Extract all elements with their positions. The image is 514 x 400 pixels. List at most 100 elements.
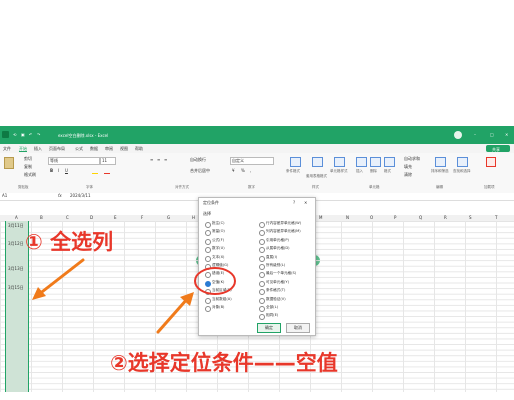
insert-cells-icon[interactable] xyxy=(356,157,367,167)
column-header-n[interactable]: N xyxy=(346,216,349,220)
column-header-f[interactable]: F xyxy=(141,216,143,220)
column-header-t[interactable]: T xyxy=(495,216,497,220)
radio-icon[interactable] xyxy=(205,297,211,304)
cell-date-4[interactable]: 3月15日 xyxy=(8,285,24,291)
comma-icon[interactable]: , xyxy=(250,169,251,173)
ok-button[interactable]: 确定 xyxy=(257,323,281,333)
maximize-icon[interactable]: □ xyxy=(490,132,494,137)
radio-icon[interactable] xyxy=(205,230,211,237)
radio-icon[interactable] xyxy=(205,238,211,245)
menu-page-layout[interactable]: 页面布局 xyxy=(49,147,65,151)
bold-icon[interactable]: B xyxy=(50,169,53,173)
autosum-button[interactable]: 自动求和 xyxy=(404,157,420,161)
share-button[interactable]: 共享 xyxy=(486,145,510,152)
font-size-select[interactable]: 11 xyxy=(100,157,116,165)
autosave-icon[interactable]: ⟲ xyxy=(13,132,16,137)
align-bottom-icon[interactable]: ≡ xyxy=(164,158,167,162)
number-format-select[interactable]: 自定义 xyxy=(230,157,274,165)
radio-icon[interactable] xyxy=(259,255,265,262)
align-top-icon[interactable]: ≡ xyxy=(150,158,153,162)
column-header-e[interactable]: E xyxy=(114,216,117,220)
delete-cells-icon[interactable] xyxy=(370,157,381,167)
column-header-b[interactable]: B xyxy=(40,216,43,220)
cell-date-3[interactable]: 3月13日 xyxy=(8,266,24,272)
percent-icon[interactable]: % xyxy=(241,169,245,173)
menu-help[interactable]: 帮助 xyxy=(135,147,143,151)
column-header-q[interactable]: Q xyxy=(419,216,422,220)
menu-home[interactable]: 开始 xyxy=(19,147,27,151)
column-header-g[interactable]: G xyxy=(167,216,170,220)
formula-input[interactable]: 2024/3/11 xyxy=(70,194,91,198)
fx-icon[interactable]: fx xyxy=(58,194,62,198)
column-header-r[interactable]: R xyxy=(444,216,447,220)
radio-icon[interactable] xyxy=(259,272,265,279)
menu-formulas[interactable]: 公式 xyxy=(75,147,83,151)
font-name-select[interactable]: 等线 xyxy=(48,157,100,165)
cells-format-label: 格式 xyxy=(384,169,391,173)
column-header-h[interactable]: H xyxy=(192,216,195,220)
radio-icon[interactable] xyxy=(205,247,211,254)
radio-icon[interactable] xyxy=(205,255,211,262)
minimize-icon[interactable]: – xyxy=(474,132,476,137)
radio-icon[interactable] xyxy=(259,306,265,312)
column-header-m[interactable]: M xyxy=(319,216,322,220)
clipboard-cut[interactable]: 剪切 xyxy=(24,157,32,161)
clear-button[interactable]: 清除 xyxy=(404,173,412,177)
close-icon[interactable]: ✕ xyxy=(505,132,508,137)
radio-icon[interactable] xyxy=(259,247,265,254)
menu-review[interactable]: 审阅 xyxy=(105,147,113,151)
clipboard-format-painter[interactable]: 格式刷 xyxy=(24,173,36,177)
cancel-button[interactable]: 取消 xyxy=(286,323,310,333)
column-header-d[interactable]: D xyxy=(90,216,93,220)
radio-icon[interactable] xyxy=(205,306,211,312)
option-label: 数字(U) xyxy=(212,246,225,251)
dialog-close-icon[interactable]: ✕ xyxy=(304,201,307,205)
radio-icon[interactable] xyxy=(259,230,265,237)
name-box[interactable]: A1 xyxy=(2,194,7,198)
save-icon[interactable]: ▣ xyxy=(21,132,25,137)
radio-icon[interactable] xyxy=(259,314,265,321)
column-header-o[interactable]: O xyxy=(370,216,373,220)
font-color-icon[interactable] xyxy=(104,169,110,174)
fill-button[interactable]: 填充 xyxy=(404,165,412,169)
radio-icon[interactable] xyxy=(259,297,265,304)
menu-insert[interactable]: 插入 xyxy=(34,147,42,151)
wrap-text-button[interactable]: 自动换行 xyxy=(190,158,206,162)
italic-icon[interactable]: I xyxy=(58,169,59,173)
column-header-c[interactable]: C xyxy=(66,216,69,220)
conditional-format-icon[interactable] xyxy=(290,157,301,167)
addins-icon[interactable] xyxy=(486,157,496,167)
radio-icon[interactable] xyxy=(259,289,265,296)
arrow-to-blank-icon xyxy=(156,292,194,334)
clipboard-copy[interactable]: 复制 xyxy=(24,165,32,169)
column-header-s[interactable]: S xyxy=(469,216,472,220)
undo-icon[interactable]: ↶ xyxy=(29,132,32,137)
radio-icon[interactable] xyxy=(259,264,265,270)
column-header-a[interactable]: A xyxy=(15,216,18,220)
column-header-p[interactable]: P xyxy=(394,216,396,220)
radio-icon[interactable] xyxy=(259,238,265,245)
redo-icon[interactable]: ↷ xyxy=(37,132,40,137)
menu-file[interactable]: 文件 xyxy=(3,147,11,151)
radio-icon[interactable] xyxy=(205,222,211,228)
menu-view[interactable]: 视图 xyxy=(120,147,128,151)
align-middle-icon[interactable]: ≡ xyxy=(157,158,160,162)
group-cells: 单元格 xyxy=(369,185,380,189)
table-format-icon[interactable] xyxy=(312,157,323,167)
radio-icon[interactable] xyxy=(259,280,265,287)
menu-data[interactable]: 数据 xyxy=(90,147,98,151)
paste-icon[interactable] xyxy=(4,157,14,169)
fill-color-icon[interactable] xyxy=(92,169,98,174)
radio-icon[interactable] xyxy=(259,222,265,228)
cell-date-1[interactable]: 3月11日 xyxy=(8,223,24,229)
format-cells-icon[interactable] xyxy=(384,157,395,167)
find-select-icon[interactable] xyxy=(457,157,468,167)
dialog-help-icon[interactable]: ? xyxy=(293,201,295,205)
underline-icon[interactable]: U xyxy=(65,169,68,173)
cell-date-2[interactable]: 3月12日 xyxy=(8,241,24,247)
sort-filter-icon[interactable] xyxy=(435,157,446,167)
cell-styles-icon[interactable] xyxy=(334,157,345,167)
avatar[interactable] xyxy=(454,131,462,139)
currency-icon[interactable]: ¥ xyxy=(232,169,235,173)
merge-center-button[interactable]: 合并后居中 xyxy=(190,169,210,173)
